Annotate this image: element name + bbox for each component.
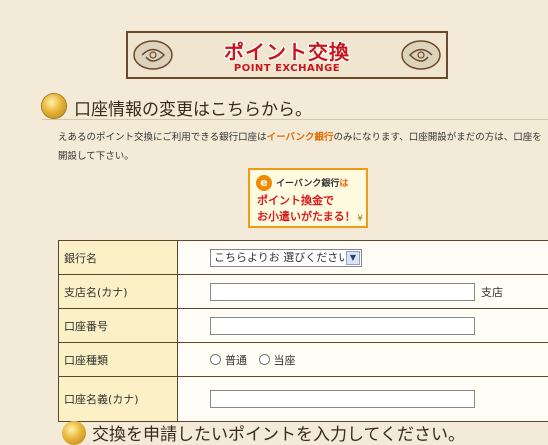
- gold-coin-icon: [42, 94, 66, 118]
- scroll-ornament-right-icon: [400, 38, 442, 72]
- ebank-logo-icon: e: [256, 175, 272, 191]
- branch-name-label: 支店名(カナ): [59, 275, 178, 309]
- account-type-current-radio[interactable]: [259, 354, 270, 365]
- section-divider: [42, 119, 548, 120]
- bank-name-select-value: こちらよりお 選びください。: [214, 251, 360, 264]
- form-row-bank-name: 銀行名 こちらよりお 選びください。 ▼: [59, 241, 548, 275]
- bank-name-label: 銀行名: [59, 241, 178, 275]
- branch-name-cell: 支店: [178, 275, 548, 309]
- account-holder-input[interactable]: [210, 390, 475, 408]
- point-exchange-banner: ポイント交換 POINT EXCHANGE: [126, 31, 448, 79]
- ebank-line1: イーバンク銀行は: [276, 176, 348, 189]
- chevron-down-icon[interactable]: ▼: [346, 251, 360, 265]
- form-row-account-holder: 口座名義(カナ): [59, 377, 548, 422]
- gold-coin-icon-2: [62, 421, 86, 445]
- yen-icon: ¥: [357, 214, 363, 224]
- account-type-label: 口座種類: [59, 343, 178, 377]
- ebank-promo-banner[interactable]: e イーバンク銀行は ポイント換金で お小遣いがたまる！ ¥: [248, 168, 368, 228]
- account-form-table: 銀行名 こちらよりお 選びください。 ▼ 支店名(カナ) 支店 口座番号 口座種…: [58, 240, 548, 422]
- ebank-line2: ポイント換金で: [257, 192, 334, 208]
- desc-text-before: えあるのポイント交換にご利用できる銀行口座は: [58, 132, 267, 143]
- account-holder-label: 口座名義(カナ): [59, 377, 178, 422]
- form-row-account-type: 口座種類 普通 当座: [59, 343, 548, 377]
- form-row-account-number: 口座番号: [59, 309, 548, 343]
- account-number-cell: [178, 309, 548, 343]
- branch-suffix: 支店: [481, 286, 503, 299]
- account-type-current-label: 当座: [274, 354, 296, 367]
- ebank-link[interactable]: イーバンク銀行: [267, 132, 334, 143]
- section-heading-points: 交換を申請したいポイントを入力してください。: [92, 420, 465, 445]
- banner-title-jp: ポイント交換: [128, 36, 446, 65]
- account-type-ordinary-label: 普通: [225, 354, 247, 367]
- ebank-line3: お小遣いがたまる！: [257, 208, 356, 224]
- branch-name-input[interactable]: [210, 283, 475, 301]
- bank-name-select[interactable]: こちらよりお 選びください。 ▼: [210, 249, 362, 267]
- section-heading-account: 口座情報の変更はこちらから。: [42, 93, 548, 119]
- banner-title-en: POINT EXCHANGE: [128, 63, 446, 74]
- account-number-input[interactable]: [210, 317, 475, 335]
- section-heading-text: 口座情報の変更はこちらから。: [74, 95, 312, 120]
- account-number-label: 口座番号: [59, 309, 178, 343]
- bank-name-cell: こちらよりお 選びください。 ▼: [178, 241, 548, 275]
- account-type-cell: 普通 当座: [178, 343, 548, 377]
- account-description: えあるのポイント交換にご利用できる銀行口座はイーバンク銀行のみになります、口座開…: [58, 128, 548, 166]
- form-row-branch-name: 支店名(カナ) 支店: [59, 275, 548, 309]
- account-type-ordinary-radio[interactable]: [210, 354, 221, 365]
- account-holder-cell: [178, 377, 548, 422]
